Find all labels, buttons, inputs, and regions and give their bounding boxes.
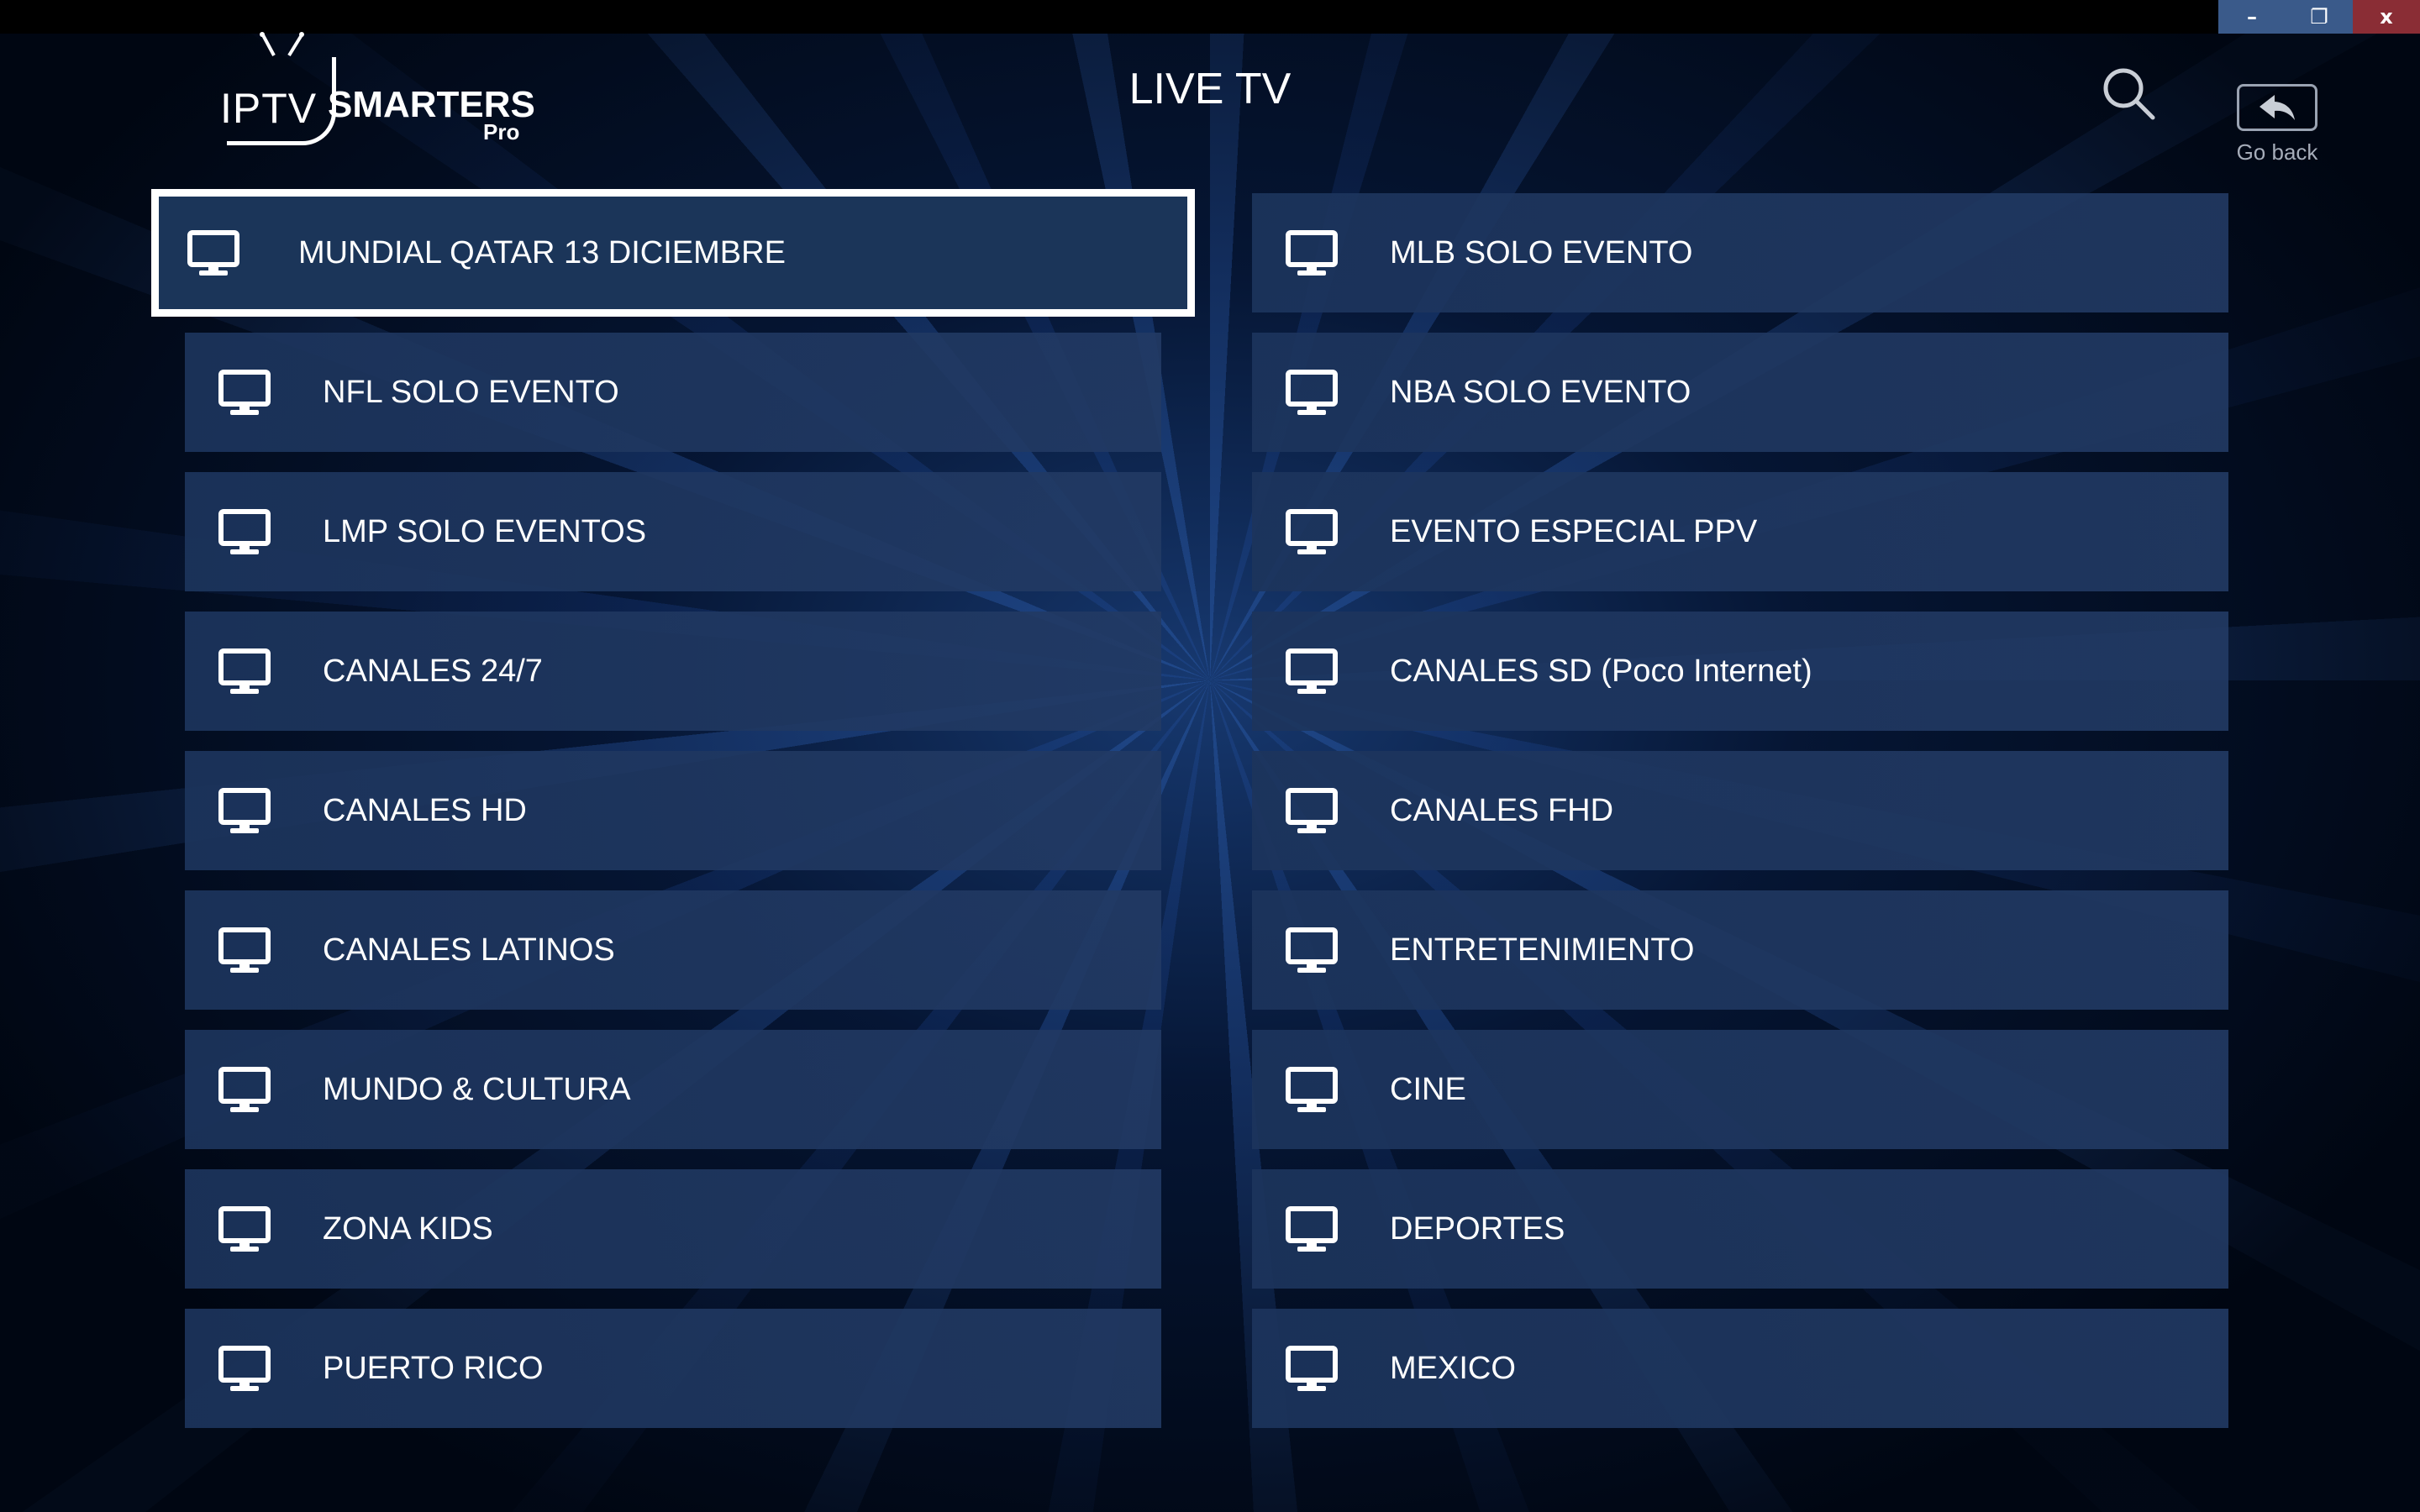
category-tile[interactable]: ZONA KIDS: [185, 1169, 1161, 1289]
tv-monitor-icon: [1286, 230, 1338, 277]
category-label: DEPORTES: [1390, 1210, 1565, 1247]
category-label: CANALES SD (Poco Internet): [1390, 653, 1812, 689]
category-label: LMP SOLO EVENTOS: [323, 513, 647, 549]
window-title-bar: [0, 0, 2420, 34]
category-label: ZONA KIDS: [323, 1210, 493, 1247]
app-logo: IPTV SMARTERS Pro: [220, 32, 535, 150]
logo-iptv-text: IPTV: [220, 85, 318, 132]
tv-monitor-icon: [218, 648, 271, 696]
category-label: CINE: [1390, 1071, 1466, 1107]
category-label: NFL SOLO EVENTO: [323, 374, 619, 410]
tv-monitor-icon: [187, 230, 239, 277]
tv-monitor-icon: [1286, 1206, 1338, 1253]
category-tile[interactable]: MEXICO: [1252, 1309, 2228, 1428]
tv-monitor-icon: [218, 788, 271, 835]
tv-monitor-icon: [1286, 1067, 1338, 1114]
category-tile[interactable]: CANALES SD (Poco Internet): [1252, 612, 2228, 731]
category-label: CANALES HD: [323, 792, 527, 828]
go-back-label: Go back: [2236, 139, 2318, 165]
tv-monitor-icon: [1286, 370, 1338, 417]
category-tile[interactable]: CANALES FHD: [1252, 751, 2228, 870]
category-tile[interactable]: NFL SOLO EVENTO: [185, 333, 1161, 452]
category-tile[interactable]: CANALES HD: [185, 751, 1161, 870]
back-arrow-icon: [2260, 95, 2295, 120]
tv-monitor-icon: [218, 509, 271, 556]
category-label: EVENTO ESPECIAL PPV: [1390, 513, 1758, 549]
category-label: CANALES 24/7: [323, 653, 543, 689]
category-tile[interactable]: DEPORTES: [1252, 1169, 2228, 1289]
category-tile[interactable]: MLB SOLO EVENTO: [1252, 193, 2228, 312]
category-tile[interactable]: CINE: [1252, 1030, 2228, 1149]
search-button[interactable]: [2101, 66, 2160, 124]
search-icon: [2103, 68, 2155, 120]
antenna-icon: [260, 32, 304, 57]
tv-monitor-icon: [218, 1067, 271, 1114]
category-label: CANALES FHD: [1390, 792, 1614, 828]
category-label: MUNDO & CULTURA: [323, 1071, 631, 1107]
page-title: LIVE TV: [1128, 65, 1292, 113]
category-label: MLB SOLO EVENTO: [1390, 234, 1693, 270]
tv-monitor-icon: [218, 1346, 271, 1393]
tv-monitor-icon: [1286, 1346, 1338, 1393]
tv-monitor-icon: [218, 1206, 271, 1253]
category-tile[interactable]: CANALES LATINOS: [185, 890, 1161, 1010]
tv-monitor-icon: [1286, 788, 1338, 835]
category-tile[interactable]: NBA SOLO EVENTO: [1252, 333, 2228, 452]
category-tile[interactable]: PUERTO RICO: [185, 1309, 1161, 1428]
category-label: ENTRETENIMIENTO: [1390, 932, 1695, 968]
category-label: NBA SOLO EVENTO: [1390, 374, 1691, 410]
category-tile[interactable]: LMP SOLO EVENTOS: [185, 472, 1161, 591]
category-label: CANALES LATINOS: [323, 932, 615, 968]
category-tile[interactable]: CANALES 24/7: [185, 612, 1161, 731]
category-label: MUNDIAL QATAR 13 DICIEMBRE: [298, 234, 786, 270]
tv-monitor-icon: [1286, 509, 1338, 556]
tv-monitor-icon: [1286, 927, 1338, 974]
tv-monitor-icon: [218, 927, 271, 974]
go-back-button[interactable]: Go back: [2227, 84, 2328, 165]
category-label: PUERTO RICO: [323, 1350, 544, 1386]
minimize-button[interactable]: –: [2218, 0, 2286, 34]
tv-monitor-icon: [218, 370, 271, 417]
category-tile[interactable]: ENTRETENIMIENTO: [1252, 890, 2228, 1010]
close-button[interactable]: x: [2353, 0, 2420, 34]
go-back-frame: [2237, 84, 2317, 131]
tv-monitor-icon: [1286, 648, 1338, 696]
category-tile[interactable]: EVENTO ESPECIAL PPV: [1252, 472, 2228, 591]
category-tile[interactable]: MUNDIAL QATAR 13 DICIEMBRE: [151, 189, 1195, 317]
restore-button[interactable]: ❐: [2286, 0, 2353, 34]
category-tile[interactable]: MUNDO & CULTURA: [185, 1030, 1161, 1149]
logo-pro-text: Pro: [483, 119, 520, 144]
category-label: MEXICO: [1390, 1350, 1516, 1386]
